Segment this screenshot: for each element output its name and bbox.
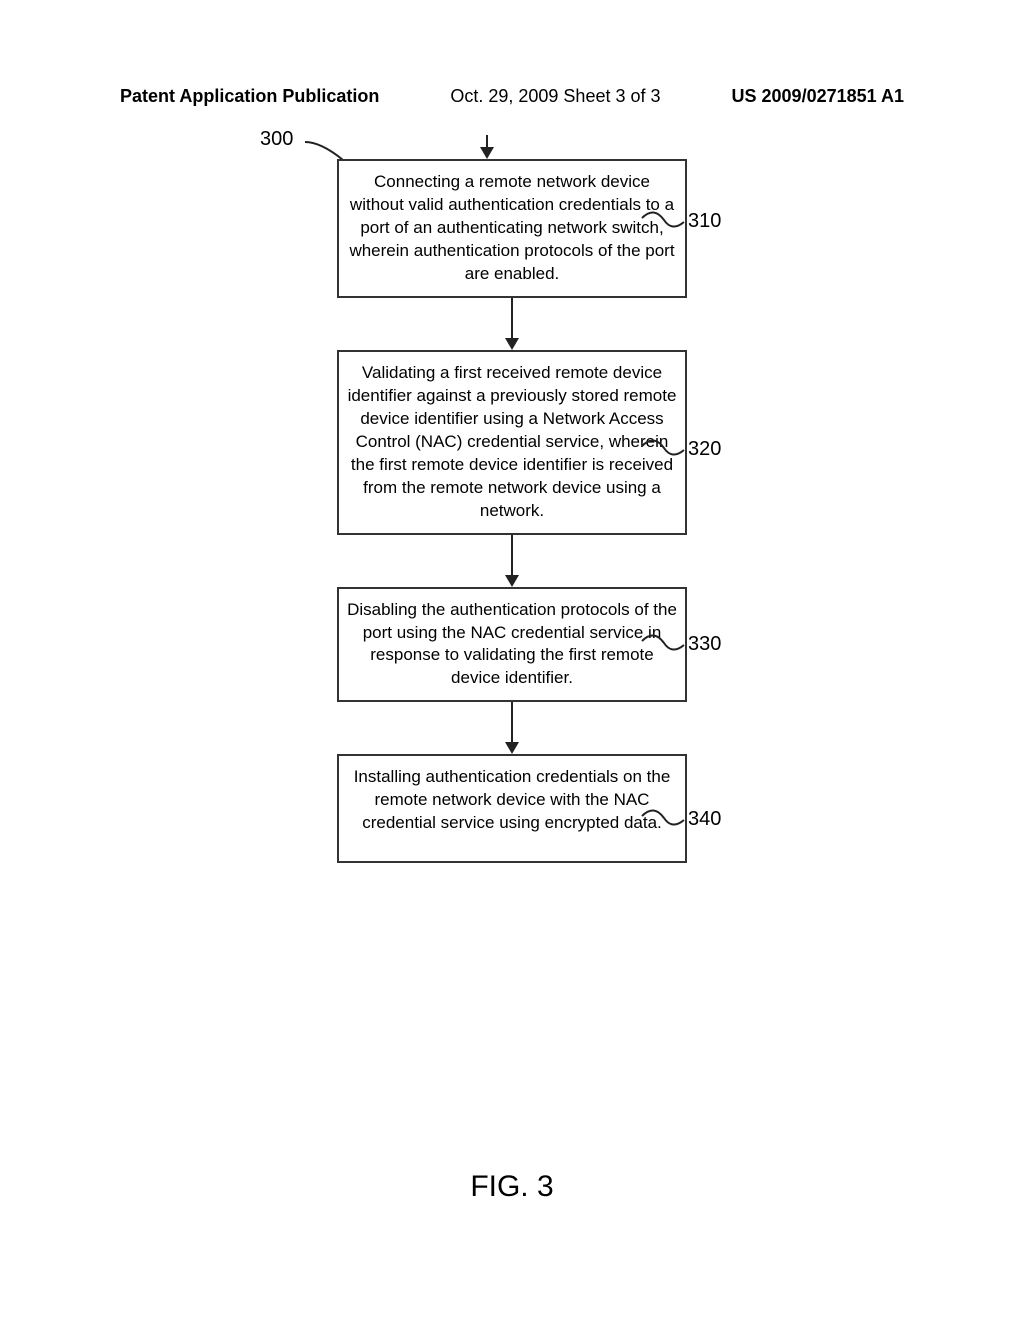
patent-page: Patent Application Publication Oct. 29, … — [0, 0, 1024, 1320]
header-right: US 2009/0271851 A1 — [732, 86, 904, 107]
flowchart: Connecting a remote network device witho… — [0, 135, 1024, 863]
callout-310-label: 310 — [688, 210, 721, 232]
page-header: Patent Application Publication Oct. 29, … — [0, 86, 1024, 107]
step-310-box: Connecting a remote network device witho… — [337, 159, 687, 298]
step-330-text: Disabling the authentication protocols o… — [347, 600, 677, 688]
flow-entry-arrow — [480, 135, 494, 159]
figure-label: FIG. 3 — [0, 1170, 1024, 1204]
arrow-330-to-340 — [505, 702, 519, 754]
callout-curve-icon — [640, 631, 686, 655]
callout-310: 310 — [688, 210, 721, 233]
callout-340-label: 340 — [688, 808, 721, 830]
callout-330: 330 — [688, 633, 721, 656]
step-310-text: Connecting a remote network device witho… — [349, 172, 674, 283]
header-left: Patent Application Publication — [120, 86, 379, 107]
callout-330-label: 330 — [688, 633, 721, 655]
arrow-320-to-330 — [505, 535, 519, 587]
callout-curve-icon — [640, 436, 686, 460]
callout-curve-icon — [640, 208, 686, 232]
callout-320-label: 320 — [688, 438, 721, 460]
step-330-box: Disabling the authentication protocols o… — [337, 587, 687, 703]
arrow-310-to-320 — [505, 298, 519, 350]
callout-340: 340 — [688, 808, 721, 831]
step-340-text: Installing authentication credentials on… — [354, 767, 671, 832]
step-340-box: Installing authentication credentials on… — [337, 754, 687, 863]
callout-curve-icon — [640, 806, 686, 830]
step-320-box: Validating a first received remote devic… — [337, 350, 687, 535]
header-center: Oct. 29, 2009 Sheet 3 of 3 — [450, 86, 660, 107]
step-320-text: Validating a first received remote devic… — [348, 363, 677, 520]
callout-320: 320 — [688, 438, 721, 461]
